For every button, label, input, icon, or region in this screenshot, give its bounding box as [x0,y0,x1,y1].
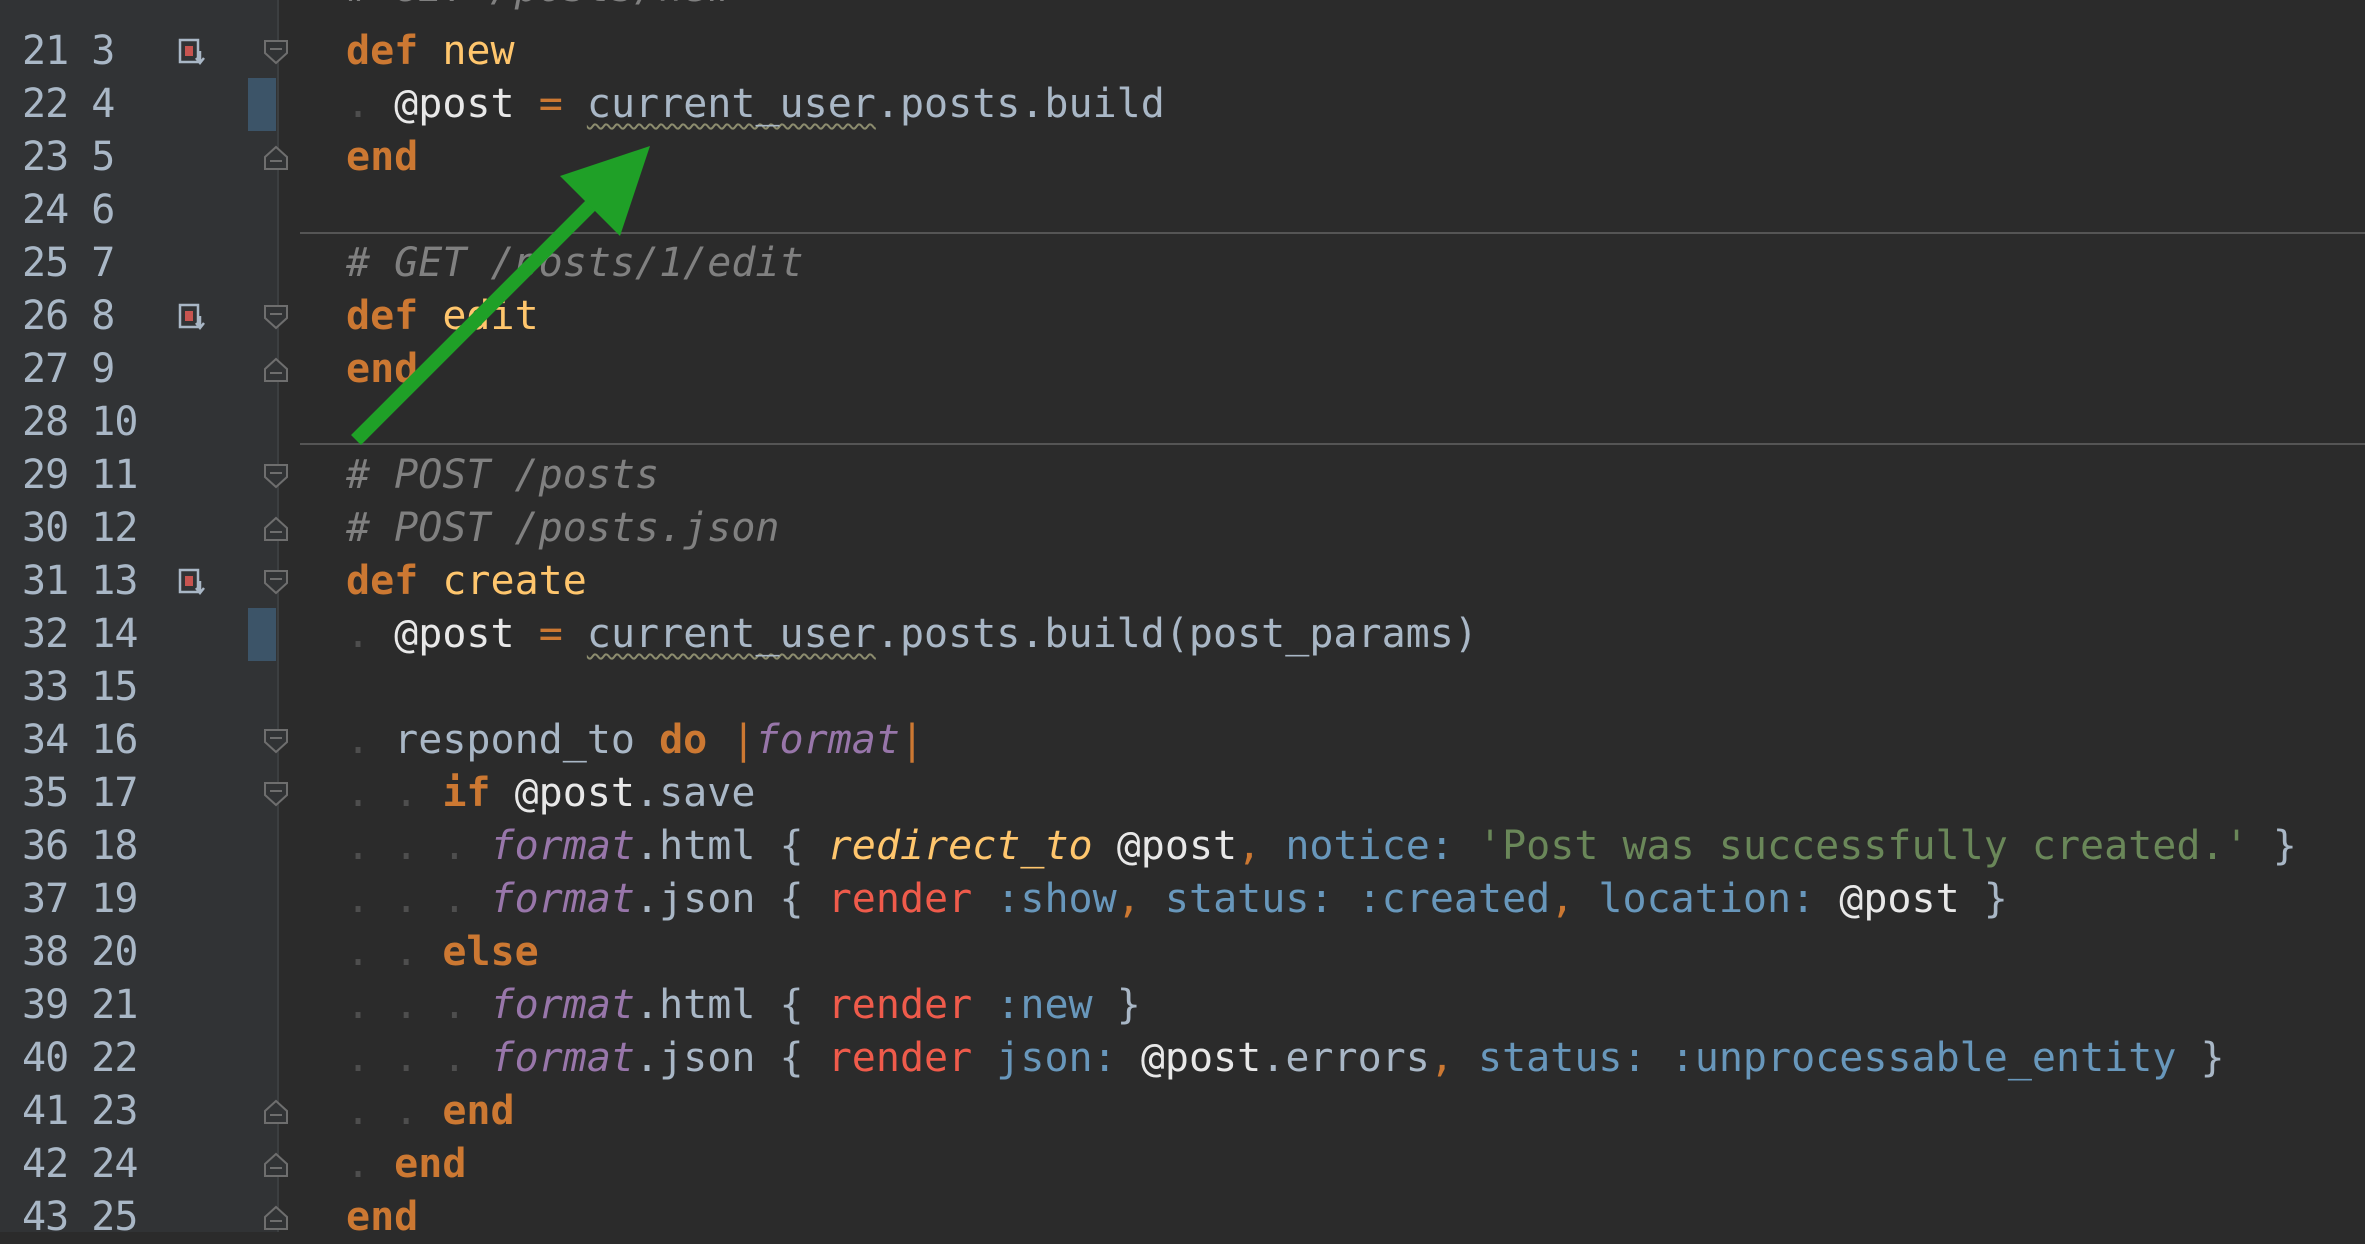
code-editor[interactable]: # GET /posts/new 21 3 def new 22 4 . @po… [0,0,2365,1240]
annotation-arrow [351,146,650,445]
